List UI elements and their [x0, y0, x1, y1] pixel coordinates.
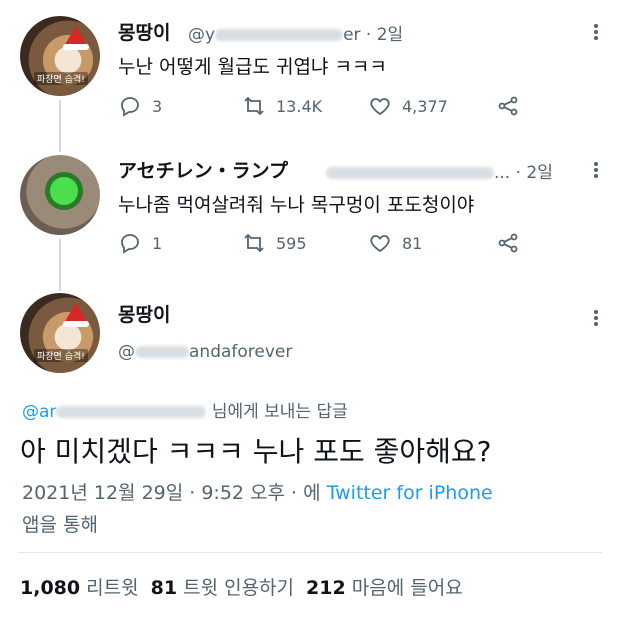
tweet-text: 누난 어떻게 월급도 귀엽냐 ㅋㅋㅋ: [118, 56, 387, 78]
tweet-actions: 3 13.4K 4,377: [118, 94, 528, 122]
tweet-date[interactable]: 2021년 12월 29일 · 9:52 오후 · 에: [22, 482, 321, 504]
tweet-text: 아 미치겠다 ㅋㅋㅋ 누나 포도 좋아해요?: [20, 435, 492, 468]
user-handle: ... · 2일: [326, 158, 553, 183]
avatar[interactable]: [20, 155, 100, 235]
user-name[interactable]: 몽땅이: [118, 18, 170, 45]
more-options-icon[interactable]: [586, 160, 606, 180]
like-button[interactable]: 81: [368, 231, 422, 255]
avatar[interactable]: 파장면 습격!: [20, 16, 100, 96]
avatar[interactable]: 파장면 습격!: [20, 293, 100, 373]
tweet-actions: 1 595 81: [118, 231, 528, 259]
share-button[interactable]: [496, 94, 520, 118]
heart-icon: [370, 235, 390, 253]
tweet-source-suffix: 앱을 통해: [22, 514, 98, 536]
user-handle: @y er · 2일: [188, 25, 404, 45]
retweet-button[interactable]: 13.4K: [242, 94, 322, 118]
avatar-caption: 파장면 습격!: [34, 349, 88, 362]
redaction: [215, 29, 344, 41]
tweet-text: 누나좀 먹여살려줘 누나 목구멍이 포도청이야: [118, 194, 475, 216]
reply-button[interactable]: 3: [118, 94, 162, 118]
redaction: [135, 346, 189, 358]
thread-line: [59, 239, 61, 291]
tweet-stats: 1,080 리트윗 81 트윗 인용하기 212 마음에 들어요: [20, 573, 463, 600]
more-options-icon[interactable]: [586, 22, 606, 42]
quotes-stat[interactable]: 81 트윗 인용하기: [151, 573, 294, 600]
share-button[interactable]: [496, 231, 520, 255]
avatar-caption: 파장면 습격!: [34, 72, 88, 85]
reply-to-handle[interactable]: @ar: [22, 402, 56, 422]
reply-context: @ar 님에게 보내는 답글: [22, 402, 348, 422]
retweets-stat[interactable]: 1,080 리트윗: [20, 573, 139, 600]
divider: [18, 552, 602, 553]
share-icon: [498, 96, 518, 116]
santa-hat-icon: [63, 26, 89, 50]
tweet-source-link[interactable]: Twitter for iPhone: [327, 482, 493, 504]
tweet-meta: 2021년 12월 29일 · 9:52 오후 · 에 Twitter for …: [22, 478, 493, 505]
heart-icon: [370, 98, 390, 116]
user-name[interactable]: 몽땅이: [118, 300, 170, 327]
reply-icon: [121, 234, 139, 254]
redaction: [56, 406, 207, 418]
user-name[interactable]: アセチレン・ランプ: [118, 156, 288, 183]
retweet-icon: [244, 233, 264, 253]
tweet-time[interactable]: · 2일: [516, 163, 553, 183]
retweet-icon: [244, 96, 264, 116]
more-options-icon[interactable]: [586, 308, 606, 328]
redaction: [326, 167, 494, 179]
thread-line: [59, 100, 61, 152]
santa-hat-icon: [63, 303, 89, 327]
retweet-button[interactable]: 595: [242, 231, 307, 255]
user-handle: @ andaforever: [118, 342, 293, 362]
share-icon: [498, 233, 518, 253]
like-button[interactable]: 4,377: [368, 94, 448, 118]
tweet-time[interactable]: · 2일: [366, 25, 403, 45]
reply-button[interactable]: 1: [118, 231, 162, 255]
reply-icon: [121, 97, 139, 117]
likes-stat[interactable]: 212 마음에 들어요: [306, 573, 463, 600]
